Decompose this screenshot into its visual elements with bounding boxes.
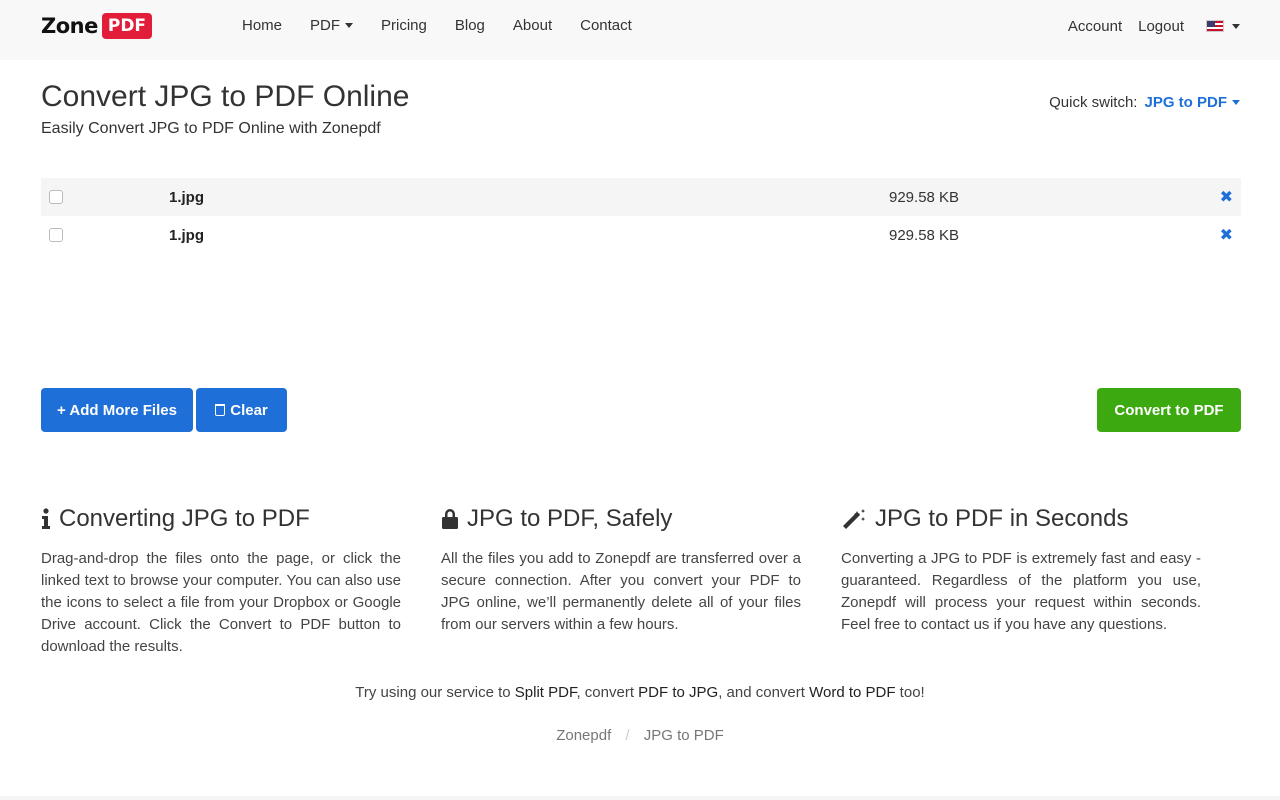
quick-switch-label: Quick switch:: [1049, 94, 1138, 111]
cta-text: Try using our service to Split PDF, conv…: [0, 684, 1280, 701]
file-checkbox[interactable]: [49, 190, 63, 204]
feature-text: Drag-and-drop the files onto the page, o…: [41, 550, 401, 655]
cta-mid1: , convert: [576, 684, 639, 701]
nav-contact[interactable]: Contact: [580, 17, 632, 34]
quick-switch-dropdown[interactable]: JPG to PDF: [1144, 94, 1240, 111]
file-row: 1.jpg 929.58 KB ✖: [41, 216, 1241, 254]
page-title: Convert JPG to PDF Online: [41, 80, 410, 113]
feature-title: JPG to PDF, Safely: [467, 505, 673, 532]
convert-to-pdf-button[interactable]: Convert to PDF: [1097, 388, 1241, 432]
file-name: 1.jpg: [169, 188, 205, 206]
feature-text: All the files you add to Zonepdf are tra…: [441, 550, 801, 633]
split-pdf-link[interactable]: Split PDF: [515, 684, 577, 701]
logout-link[interactable]: Logout: [1138, 18, 1184, 35]
word-to-pdf-link[interactable]: Word to PDF: [809, 684, 895, 701]
nav-pdf-dropdown[interactable]: PDF: [310, 16, 354, 34]
nav-about[interactable]: About: [513, 17, 552, 34]
account-nav: Account Logout: [1052, 0, 1240, 52]
logo-text: Zone: [41, 14, 98, 38]
logo[interactable]: Zone PDF: [41, 12, 153, 40]
quick-switch-value: JPG to PDF: [1144, 94, 1227, 111]
feature-converting: Converting JPG to PDF Drag-and-drop the …: [41, 504, 401, 658]
file-name: 1.jpg: [169, 226, 205, 244]
breadcrumb: Zonepdf / JPG to PDF: [0, 727, 1280, 744]
breadcrumb-home[interactable]: Zonepdf: [556, 727, 611, 744]
feature-heading: Converting JPG to PDF: [41, 504, 401, 534]
nav-pricing[interactable]: Pricing: [381, 17, 427, 34]
add-more-files-button[interactable]: + Add More Files: [41, 388, 193, 432]
cta-prefix: Try using our service to: [355, 684, 515, 701]
feature-title: Converting JPG to PDF: [59, 505, 310, 532]
nav-home[interactable]: Home: [242, 17, 282, 34]
info-icon: [41, 508, 51, 530]
main-nav: Home PDF Pricing Blog About Contact: [228, 0, 646, 50]
feature-seconds: JPG to PDF in Seconds Converting a JPG t…: [841, 504, 1201, 636]
nav-pdf-label: PDF: [310, 16, 341, 34]
caret-down-icon: [1232, 23, 1240, 29]
logo-badge: PDF: [101, 13, 153, 39]
feature-heading: JPG to PDF in Seconds: [841, 504, 1201, 534]
breadcrumb-separator: /: [625, 727, 630, 744]
feature-heading: JPG to PDF, Safely: [441, 504, 801, 534]
lock-icon: [441, 508, 459, 530]
cta-mid2: , and convert: [718, 684, 810, 701]
caret-down-icon: [345, 22, 354, 28]
remove-file-icon[interactable]: ✖: [1220, 225, 1233, 245]
nav-blog[interactable]: Blog: [455, 17, 485, 34]
feature-text: Converting a JPG to PDF is extremely fas…: [841, 550, 1201, 633]
file-checkbox[interactable]: [49, 228, 63, 242]
language-dropdown[interactable]: [1184, 20, 1240, 32]
account-link[interactable]: Account: [1068, 18, 1122, 35]
breadcrumb-current: JPG to PDF: [643, 727, 724, 744]
file-size: 929.58 KB: [889, 226, 960, 244]
feature-safely: JPG to PDF, Safely All the files you add…: [441, 504, 801, 636]
page-subtitle: Easily Convert JPG to PDF Online with Zo…: [41, 120, 381, 137]
clear-button[interactable]: Clear: [196, 388, 287, 432]
remove-file-icon[interactable]: ✖: [1220, 187, 1233, 207]
cta-suffix: too!: [895, 684, 925, 701]
file-size: 929.58 KB: [889, 188, 960, 206]
us-flag-icon: [1206, 20, 1224, 32]
top-navbar: Zone PDF Home PDF Pricing Blog About Con…: [0, 0, 1280, 60]
feature-title: JPG to PDF in Seconds: [875, 505, 1129, 532]
pdf-to-jpg-link[interactable]: PDF to JPG: [638, 684, 718, 701]
quick-switch: Quick switch: JPG to PDF: [1049, 94, 1240, 111]
caret-down-icon: [1232, 100, 1240, 105]
trash-icon: [215, 404, 226, 416]
file-list: 1.jpg 929.58 KB ✖ 1.jpg 929.58 KB ✖: [41, 178, 1241, 254]
footer-divider: [0, 796, 1280, 800]
clear-label: Clear: [230, 401, 268, 419]
file-row: 1.jpg 929.58 KB ✖: [41, 178, 1241, 216]
magic-wand-icon: [841, 507, 867, 531]
